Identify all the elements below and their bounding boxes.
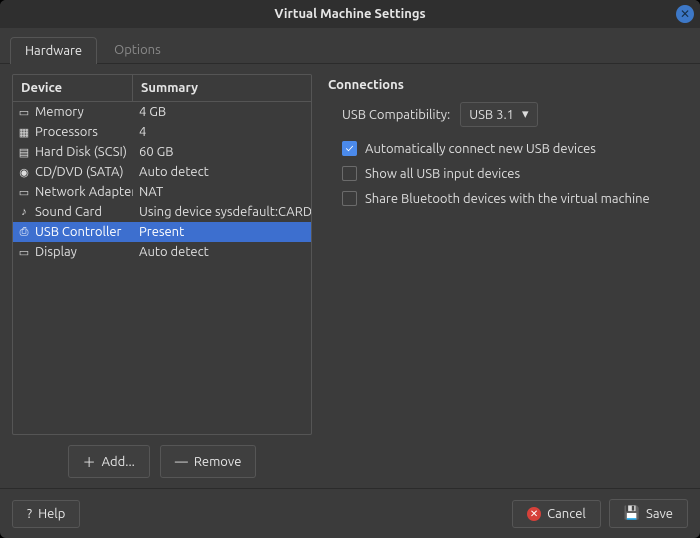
device-name: Processors — [35, 125, 98, 139]
sound-icon: ♪ — [17, 205, 31, 219]
chevron-down-icon: ▾ — [522, 107, 529, 122]
device-summary: NAT — [133, 185, 311, 199]
minus-icon: — — [175, 455, 188, 469]
checkbox-auto[interactable]: ✓ — [342, 141, 357, 156]
device-name: Network Adapter — [35, 185, 133, 199]
check-bt-label: Share Bluetooth devices with the virtual… — [365, 192, 650, 206]
checkbox-bt[interactable] — [342, 191, 357, 206]
device-name: Display — [35, 245, 77, 259]
left-panel: Device Summary ▭ Memory 4 GB ▦ Processors 4 ▤ H… — [12, 74, 312, 482]
table-row[interactable]: ▭ Memory 4 GB — [13, 102, 311, 122]
remove-label: Remove — [194, 455, 242, 469]
check-show-label: Show all USB input devices — [365, 167, 520, 181]
tab-hardware[interactable]: Hardware — [10, 37, 97, 64]
usb-compat-row: USB Compatibility: USB 3.1 ▾ — [328, 102, 686, 127]
check-show-all[interactable]: Show all USB input devices — [328, 166, 686, 181]
check-auto-connect[interactable]: ✓ Automatically connect new USB devices — [328, 141, 686, 156]
tab-options[interactable]: Options — [99, 36, 176, 63]
device-name: Hard Disk (SCSI) — [35, 145, 127, 159]
device-name: USB Controller — [35, 225, 121, 239]
titlebar: Virtual Machine Settings ✕ — [0, 0, 700, 28]
device-name: CD/DVD (SATA) — [35, 165, 124, 179]
settings-window: Virtual Machine Settings ✕ Hardware Opti… — [0, 0, 700, 538]
plus-icon: ＋ — [83, 452, 96, 471]
table-row[interactable]: ♪ Sound Card Using device sysdefault:CARD= — [13, 202, 311, 222]
save-button[interactable]: 💾 Save — [609, 499, 688, 528]
device-table-body: ▭ Memory 4 GB ▦ Processors 4 ▤ Hard Disk (SCSI)… — [13, 102, 311, 434]
usb-compat-label: USB Compatibility: — [342, 108, 450, 122]
device-summary: Auto detect — [133, 245, 311, 259]
help-icon: ? — [27, 507, 32, 521]
device-summary: 60 GB — [133, 145, 311, 159]
usb-compat-value: USB 3.1 — [469, 108, 514, 122]
cancel-icon: ✕ — [527, 507, 541, 521]
remove-button[interactable]: — Remove — [160, 445, 257, 478]
table-row[interactable]: ▦ Processors 4 — [13, 122, 311, 142]
cpu-icon: ▦ — [17, 125, 31, 139]
right-panel: Connections USB Compatibility: USB 3.1 ▾… — [326, 74, 688, 482]
device-summary: Auto detect — [133, 165, 311, 179]
cancel-label: Cancel — [547, 507, 586, 521]
close-icon[interactable]: ✕ — [676, 5, 694, 23]
connections-title: Connections — [328, 78, 686, 92]
checkbox-show[interactable] — [342, 166, 357, 181]
usb-icon: ⎙ — [17, 225, 31, 239]
save-label: Save — [646, 507, 673, 521]
help-label: Help — [38, 507, 65, 521]
device-name: Memory — [35, 105, 84, 119]
device-summary: Present — [133, 225, 311, 239]
table-row[interactable]: ▭ Display Auto detect — [13, 242, 311, 262]
display-icon: ▭ — [17, 245, 31, 259]
content-area: Device Summary ▭ Memory 4 GB ▦ Processors 4 ▤ H… — [0, 64, 700, 488]
disk-icon: ▤ — [17, 145, 31, 159]
table-row[interactable]: ▭ Network AdapterNAT — [13, 182, 311, 202]
cd-icon: ◉ — [17, 165, 31, 179]
add-label: Add... — [102, 455, 135, 469]
check-auto-label: Automatically connect new USB devices — [365, 142, 596, 156]
device-buttons: ＋ Add... — Remove — [12, 435, 312, 482]
table-row[interactable]: ▤ Hard Disk (SCSI) 60 GB — [13, 142, 311, 162]
device-summary: Using device sysdefault:CARD= — [133, 205, 311, 219]
add-button[interactable]: ＋ Add... — [68, 445, 150, 478]
device-summary: 4 — [133, 125, 311, 139]
cancel-button[interactable]: ✕ Cancel — [512, 500, 601, 528]
window-title: Virtual Machine Settings — [274, 7, 425, 21]
bottom-bar: ? Help ✕ Cancel 💾 Save — [0, 488, 700, 538]
save-icon: 💾 — [624, 506, 640, 521]
usb-compat-select[interactable]: USB 3.1 ▾ — [460, 102, 537, 127]
table-row[interactable]: ⎙ USB Controller Present — [13, 222, 311, 242]
device-name: Sound Card — [35, 205, 102, 219]
header-device[interactable]: Device — [13, 75, 133, 101]
memory-icon: ▭ — [17, 105, 31, 119]
device-table-header: Device Summary — [13, 75, 311, 102]
device-table: Device Summary ▭ Memory 4 GB ▦ Processors 4 ▤ H… — [12, 74, 312, 435]
check-share-bt[interactable]: Share Bluetooth devices with the virtual… — [328, 191, 686, 206]
header-summary[interactable]: Summary — [133, 75, 311, 101]
tab-bar: Hardware Options — [0, 28, 700, 64]
help-button[interactable]: ? Help — [12, 500, 80, 528]
device-summary: 4 GB — [133, 105, 311, 119]
network-icon: ▭ — [17, 185, 31, 199]
table-row[interactable]: ◉ CD/DVD (SATA) Auto detect — [13, 162, 311, 182]
